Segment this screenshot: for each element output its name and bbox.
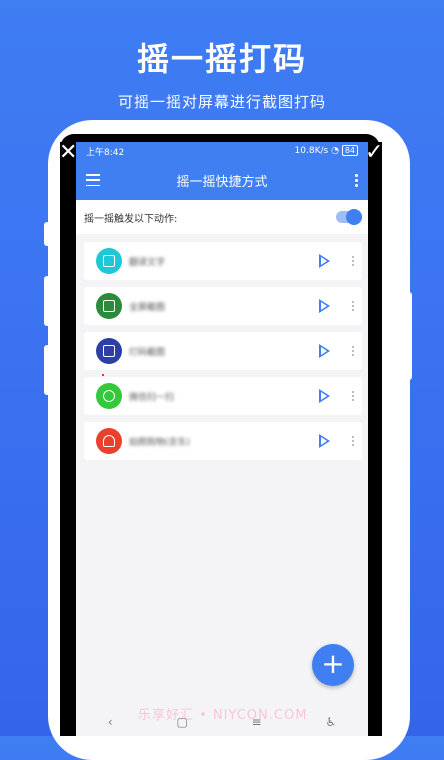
menu-icon[interactable] (86, 174, 100, 186)
play-icon[interactable] (319, 299, 330, 313)
list-item[interactable]: 微信扫一扫 (84, 377, 362, 415)
status-right: 10.8K/s ◔ 84 (294, 145, 358, 156)
list-item[interactable]: 拍照购物(京东) (84, 422, 362, 460)
status-bar: 上午8:42 10.8K/s ◔ 84 (76, 142, 368, 160)
phone-side-button (406, 292, 412, 380)
add-button[interactable]: + (312, 644, 354, 686)
mosaic-icon (96, 338, 122, 364)
wifi-icon: ◔ (331, 146, 339, 156)
app-bar: 摇一摇快捷方式 (76, 160, 368, 200)
accessibility-icon[interactable]: ♿ (325, 715, 336, 729)
shake-toggle-row: 摇一摇触发以下动作: (76, 200, 368, 234)
item-more-icon[interactable] (352, 391, 354, 401)
shortcut-list: 翻译文字 全屏截图 打码截图 微信扫一扫 拍照购物(京东) (84, 242, 362, 467)
network-speed: 10.8K/s (294, 146, 329, 156)
play-icon[interactable] (319, 344, 330, 358)
item-label: 打码截图 (129, 347, 166, 358)
phone-side-button (44, 276, 50, 326)
phone-side-button (44, 222, 50, 246)
item-more-icon[interactable] (352, 256, 354, 266)
close-icon[interactable]: ✕ (59, 140, 77, 165)
play-icon[interactable] (319, 254, 330, 268)
screenshot-icon (96, 293, 122, 319)
item-more-icon[interactable] (352, 346, 354, 356)
item-more-icon[interactable] (352, 301, 354, 311)
phone-side-button (44, 345, 50, 395)
battery-icon: 84 (341, 145, 358, 156)
back-icon[interactable]: ‹ (108, 715, 113, 729)
subline: 可摇一摇对屏幕进行截图打码 (117, 93, 326, 111)
page-title: 摇一摇快捷方式 (176, 174, 268, 190)
watermark: 乐享好汇 • NIYCON.COM (138, 708, 308, 723)
list-item[interactable]: 全屏截图 (84, 287, 362, 325)
play-icon[interactable] (319, 434, 330, 448)
play-icon[interactable] (319, 389, 330, 403)
item-label: 翻译文字 (129, 257, 166, 268)
shake-toggle-label: 摇一摇触发以下动作: (84, 213, 178, 225)
item-label: 全屏截图 (129, 302, 166, 313)
status-time: 上午8:42 (86, 147, 125, 158)
shake-toggle[interactable] (336, 209, 362, 225)
list-item[interactable]: 翻译文字 (84, 242, 362, 280)
shopping-icon (96, 428, 122, 454)
translate-icon (96, 248, 122, 274)
more-icon[interactable] (355, 173, 358, 187)
item-label: 拍照购物(京东) (129, 437, 191, 448)
list-item[interactable]: 打码截图 (84, 332, 362, 370)
phone-screen: 上午8:42 10.8K/s ◔ 84 摇一摇快捷方式 摇一摇触发以下动作: 翻… (76, 142, 368, 736)
bezel-left (60, 142, 76, 736)
item-more-icon[interactable] (352, 436, 354, 446)
item-label: 微信扫一扫 (129, 392, 175, 403)
scan-icon (96, 383, 122, 409)
bezel-right (368, 142, 382, 736)
headline: 摇一摇打码 (136, 40, 307, 78)
